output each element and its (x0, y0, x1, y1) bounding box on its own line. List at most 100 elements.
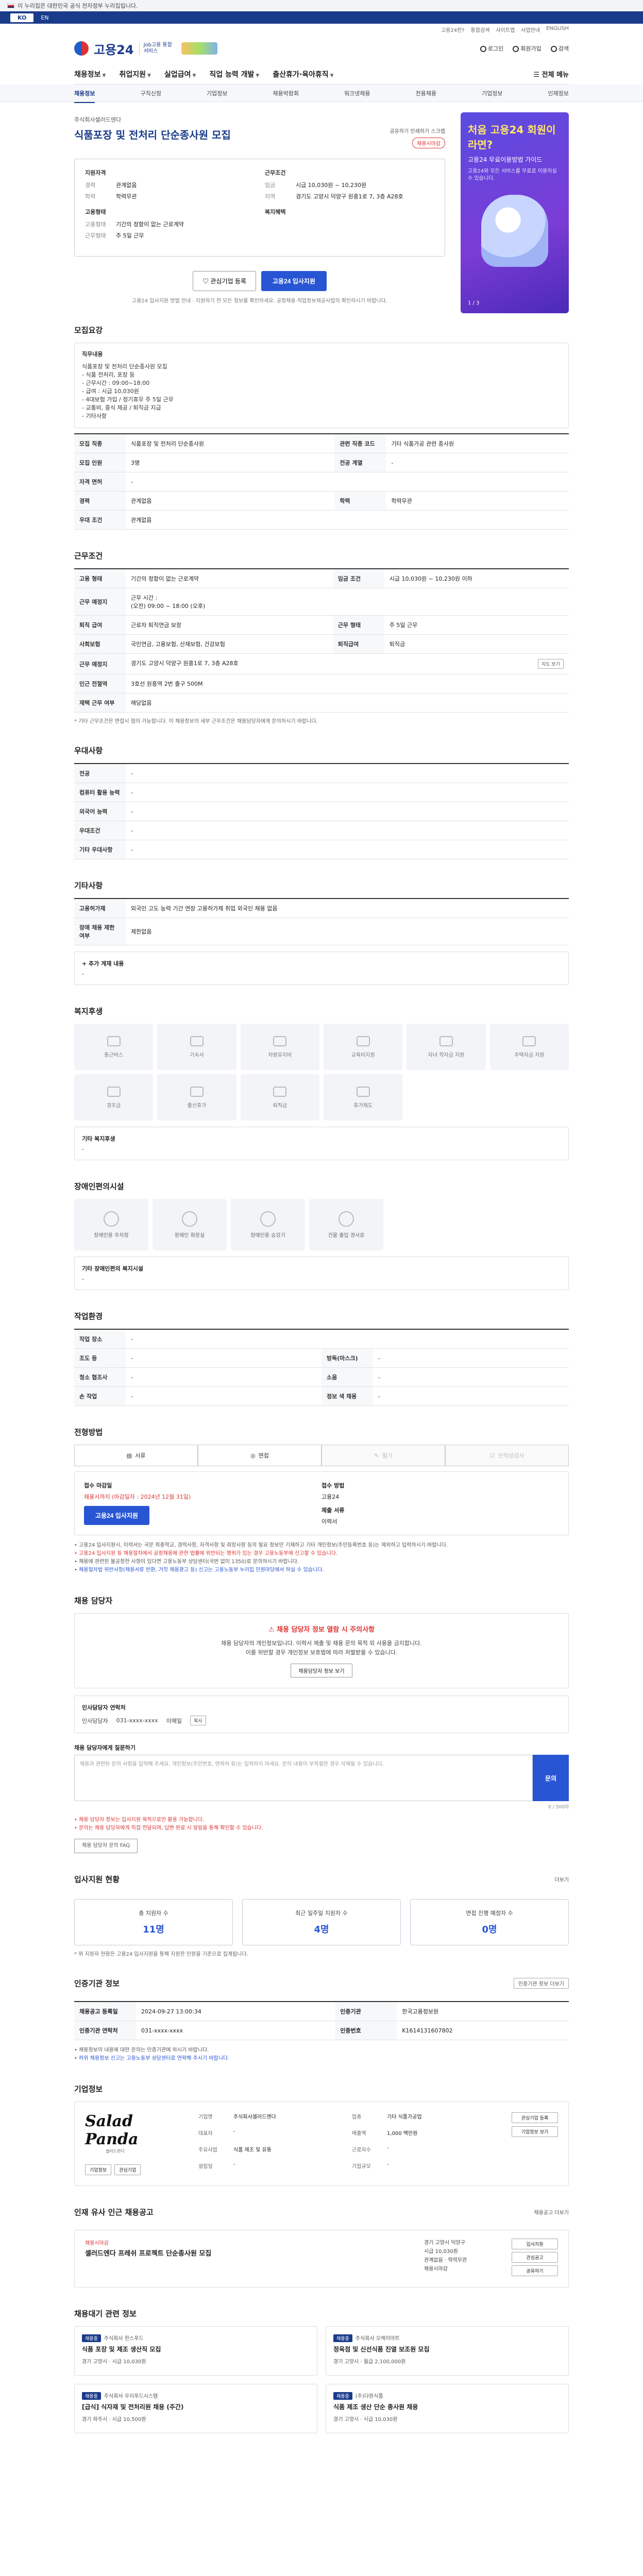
section-title-other: 인재 유사 인근 채용공고 (74, 2208, 154, 2217)
gift-icon (107, 1086, 121, 1097)
gnb-item-leave[interactable]: 출산휴가·육아휴직 ▼ (273, 69, 333, 79)
duty-line: - 기타사항 (82, 413, 107, 419)
job-actions: 공유하기 인쇄하기 스크랩 채용시마감 (390, 127, 445, 148)
scrap-company-button[interactable]: ♡ 관심기업 등록 (193, 271, 256, 291)
welfare-etc-box: 기타 복지후생 - (74, 1127, 569, 1160)
welfare-item: 기숙사 (157, 1024, 236, 1070)
duty-label: 직무내용 (82, 351, 103, 358)
side-ad-banner[interactable]: 처음 고용24 회원이라면? 고용24 무료이용방법 가이드 고용24와 모든 … (461, 112, 569, 313)
other-apply-button[interactable]: 입사지원 (512, 2239, 558, 2249)
lang-ko-button[interactable]: KO (10, 13, 34, 22)
similar-job-card[interactable]: 채용중 주식회사 우리푸드시스템 [급식] 식자재 및 전처리원 채용 (주간) … (74, 2384, 317, 2433)
alert-icon: ⚠ (268, 1626, 277, 1634)
pref-table: 전공 - 컴퓨터 활용 능력 - 외국어 능력 - 우대조건 - 기타 우대사항 - (74, 763, 569, 859)
company-side-button[interactable]: 관심기업 등록 (512, 2112, 558, 2123)
similar-job-card[interactable]: 채용중 주식회사 한스푸드 식품 포장 및 제조 생산직 모집 경기 고양시 · … (74, 2326, 317, 2376)
company-name[interactable]: 주식회사셀러드엔다 (74, 115, 445, 124)
company-scrap-button[interactable]: 관심기업 (114, 2164, 141, 2175)
inquiry-submit-button[interactable]: 문의 (533, 1755, 569, 1801)
subnav-item[interactable]: 기업정보 (207, 89, 227, 97)
car-icon (273, 1036, 287, 1046)
company-box: Salad Panda 샐러드판다 기업정보 관심기업 기업명 주식회사셀러드엔다… (74, 2102, 569, 2186)
section-title-method: 전형방법 (74, 1428, 103, 1437)
search-button[interactable]: 검색 (550, 44, 569, 53)
subnav-item[interactable]: 채용박람회 (273, 89, 299, 97)
subnav-item[interactable]: 채용정보 (74, 89, 95, 103)
table-row: 인증기관 연락처 031-xxxx-xxxx 인증번호 K1614131607802 (74, 2021, 569, 2040)
top-link[interactable]: 사업안내 (521, 26, 540, 33)
banner-subtitle: 고용24 무료이용방법 가이드 (468, 156, 543, 163)
table-row: 전공 - (74, 763, 569, 783)
gnb-item-training[interactable]: 직업 능력 개발 ▼ (209, 69, 259, 79)
similar-grid: 채용중 주식회사 한스푸드 식품 포장 및 제조 생산직 모집 경기 고양시 · … (74, 2326, 569, 2433)
table-row: 채용공고 등록일 2024-09-27 13:00:34 인증기관 한국고용정보원 (74, 2001, 569, 2021)
closing-badge: 채용시마감 (412, 138, 445, 148)
apply-info-box: 접수 마감일 채용시까지 (마감일자 : 2024년 12월 31일) 고용24… (74, 1471, 569, 1535)
other-share-button[interactable]: 공유하기 (512, 2265, 558, 2276)
gnb-item-benefit[interactable]: 실업급여 ▼ (164, 69, 196, 79)
login-button[interactable]: 로그인 (480, 44, 503, 53)
disability-item: 장애인 화장실 (153, 1199, 227, 1250)
recruit-table: 모집 직종 식품포장 및 전처리 단순종사원 관련 직종 코드 기타 식품가공 관련 … (74, 433, 569, 530)
similar-job-card[interactable]: 채용중 (주)다원식품 식품 제조 생산 단순 종사원 채용 경기 고양시 · 시… (326, 2384, 569, 2433)
subnav-item[interactable]: 구직신청 (140, 89, 161, 97)
table-row: 기타 우대사항 - (74, 840, 569, 859)
other-more-link[interactable]: 채용공고 더보기 (534, 2208, 569, 2216)
ramp-icon (339, 1211, 354, 1227)
welfare-item: 교육비지원 (323, 1024, 403, 1070)
signup-button[interactable]: 회원가입 (513, 44, 542, 53)
extra-info-value: - (82, 971, 84, 977)
main-navigation: 채용정보 ▼ 취업지원 ▼ 실업급여 ▼ 직업 능력 개발 ▼ 출산휴가·육아휴직 ▼ ☰… (74, 64, 569, 84)
apply-button-2[interactable]: 고용24 입사지원 (84, 1506, 149, 1525)
table-row: 근무 예정지 경기도 고양시 덕양구 원흥1로 7, 3층 A28호 지도 보기 (74, 653, 569, 674)
section-title-env: 작업환경 (74, 1312, 103, 1321)
top-link[interactable]: 통합검색 (471, 26, 490, 33)
inquiry-textarea[interactable]: 채용과 관련된 문의 사항을 입력해 주세요. 개인정보(주민번호, 연락처 등… (74, 1755, 533, 1801)
table-row: 사회보험 국민연금, 고용보험, 산재보험, 건강보험 퇴직급여 퇴직금 (74, 634, 569, 654)
section-title-work: 근무조건 (74, 551, 103, 561)
gnb-item-support[interactable]: 취업지원 ▼ (119, 69, 150, 79)
chevron-down-icon: ▼ (147, 73, 151, 78)
phone-number: 031-xxxx-xxxx (116, 1717, 158, 1724)
disability-etc-box: 기타 장애인편의 복지시설 - (74, 1257, 569, 1290)
view-contact-button[interactable]: 채용담당자 정보 보기 (291, 1664, 352, 1677)
checklist-icon: ☑ (489, 1452, 495, 1459)
disability-grid: 장애인용 주차장 장애인 화장실 장애인용 승강기 건물 출입 경사로 (74, 1199, 383, 1250)
duty-box: 직무내용 식품포장 및 전처리 단순종사원 모집 - 식품 전처리, 포장 등 … (74, 343, 569, 428)
map-button[interactable]: 지도 보기 (538, 659, 564, 669)
company-info-button[interactable]: 기업정보 (85, 2164, 112, 2175)
banner-pager[interactable]: 1 / 3 (468, 300, 479, 306)
banner-title: 처음 고용24 회원이라면? (468, 124, 556, 151)
company-side-button[interactable]: 기업정보 보기 (512, 2126, 558, 2137)
table-row: 경력 관계없음 학력 학력무관 (74, 491, 569, 511)
similar-job-card[interactable]: 채용중 주식회사 오케이마트 정육점 및 신선식품 진열 보조원 모집 경기 고양… (326, 2326, 569, 2376)
reg-more-button[interactable]: 인증기관 정보 더보기 (513, 1978, 569, 1989)
apply-button[interactable]: 고용24 입사지원 (261, 271, 327, 291)
table-row: 재택 근무 여부 해당없음 (74, 693, 569, 713)
subnav-item[interactable]: 워크넷채용 (344, 89, 370, 97)
copy-button[interactable]: 복사 (190, 1716, 206, 1725)
chevron-down-icon: ▼ (256, 73, 260, 78)
top-link[interactable]: 사이트맵 (496, 26, 515, 33)
all-menu-button[interactable]: ☰ 전체 메뉴 (533, 69, 569, 79)
top-link[interactable]: 고용24란? (441, 26, 465, 33)
subnav-item[interactable]: 전용채용 (416, 89, 436, 97)
share-print-links[interactable]: 공유하기 인쇄하기 스크랩 (390, 127, 445, 134)
gnb-item-jobs[interactable]: 채용정보 ▼ (74, 69, 106, 79)
other-job-card[interactable]: 채용시마감 셀러드엔다 프레쉬 프로젝트 단순종사원 모집 경기 고양시 덕양구… (74, 2230, 569, 2287)
stats-more-link[interactable]: 더보기 (554, 1875, 569, 1883)
logo-text: 고용24 (94, 42, 134, 57)
lang-en-button[interactable]: EN (41, 14, 48, 21)
subnav-item[interactable]: 인재정보 (548, 89, 568, 97)
top-link[interactable]: ENGLISH (546, 26, 569, 33)
subnav-item[interactable]: 기업정보 (482, 89, 502, 97)
section-title-company: 기업정보 (74, 2084, 103, 2094)
job-summary: 지원자격 경력 관계없음 학력 학력무관 고용형태 고용형태 기간의 정함이 없는 근… (74, 159, 445, 257)
parking-icon (104, 1211, 119, 1227)
logo[interactable]: 고용24 Job고용 통합 서비스 (74, 40, 217, 58)
welfare-item: 퇴직금 (240, 1074, 319, 1121)
other-scrap-button[interactable]: 관심공고 (512, 2252, 558, 2263)
heart-icon: ♡ (202, 278, 211, 285)
faq-button[interactable]: 채용 담당자 문의 FAQ (74, 1839, 138, 1853)
table-row: 근무 예정지 근무 시간 : (오전) 09:00 ~ 18:00 (오후) (74, 588, 569, 616)
